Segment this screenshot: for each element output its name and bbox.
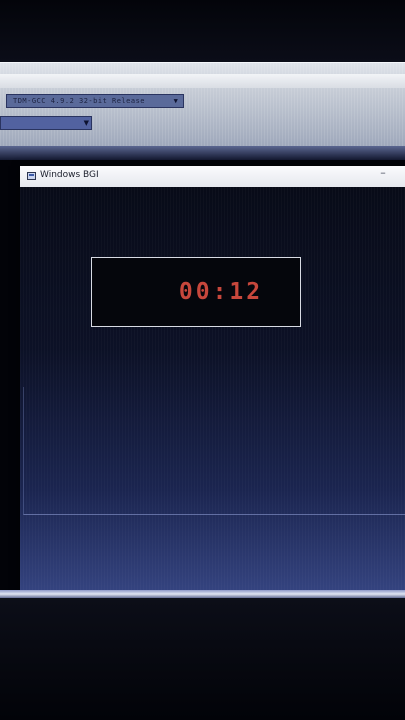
window-titlebar[interactable]: Windows BGI – [20,166,405,188]
screen-top-bezel [0,0,405,62]
compiler-select-value: TDM-GCC 4.9.2 32-bit Release [13,97,146,105]
minimize-icon[interactable]: – [377,166,389,184]
chevron-down-icon[interactable]: ▼ [171,95,181,107]
bgi-window: Windows BGI – 00:12 [20,166,405,591]
window-title: Windows BGI [40,170,99,180]
timer-display: 00:12 [178,279,264,305]
chevron-down-icon[interactable]: ▼ [84,117,89,129]
ide-toolbar-strip [0,74,405,88]
canvas-frame-outline [23,387,405,515]
window-bottom-edge [0,590,405,598]
graphics-canvas: 00:12 [20,187,405,591]
compiler-select[interactable]: TDM-GCC 4.9.2 32-bit Release ▼ [6,94,184,108]
window-icon [27,172,36,180]
secondary-select[interactable]: ▼ [0,116,92,130]
timer-box: 00:12 [91,257,301,327]
ide-editor-edge [0,146,405,160]
screen-bottom-bezel [0,598,405,720]
